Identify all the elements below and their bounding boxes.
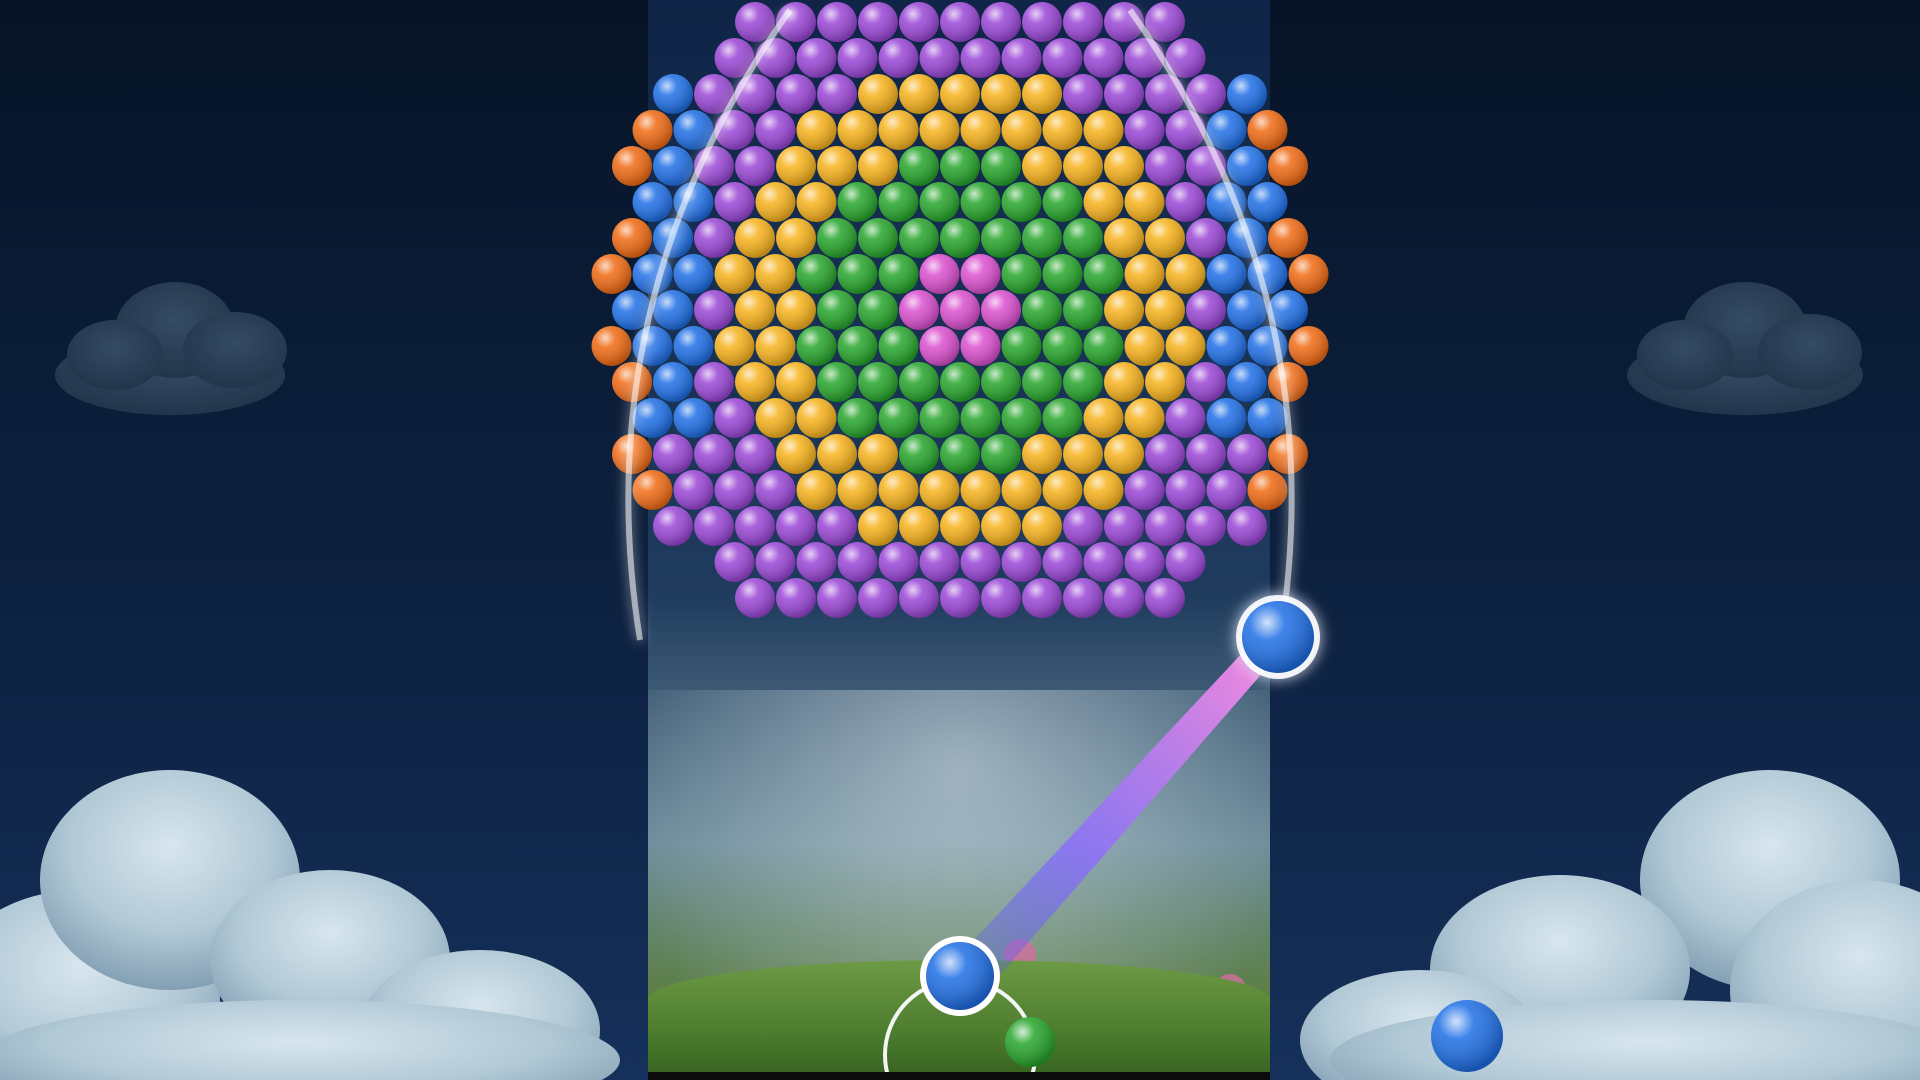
shooter-layer	[883, 595, 1503, 1080]
extra-bubble	[1431, 1000, 1503, 1072]
current-shot-bubble[interactable]	[920, 936, 1000, 1016]
bottom-bar	[648, 1072, 1270, 1080]
projectile-bubble	[1236, 595, 1320, 679]
aim-trajectory-beam	[960, 650, 1265, 975]
next-bubble[interactable]	[1005, 1017, 1055, 1067]
